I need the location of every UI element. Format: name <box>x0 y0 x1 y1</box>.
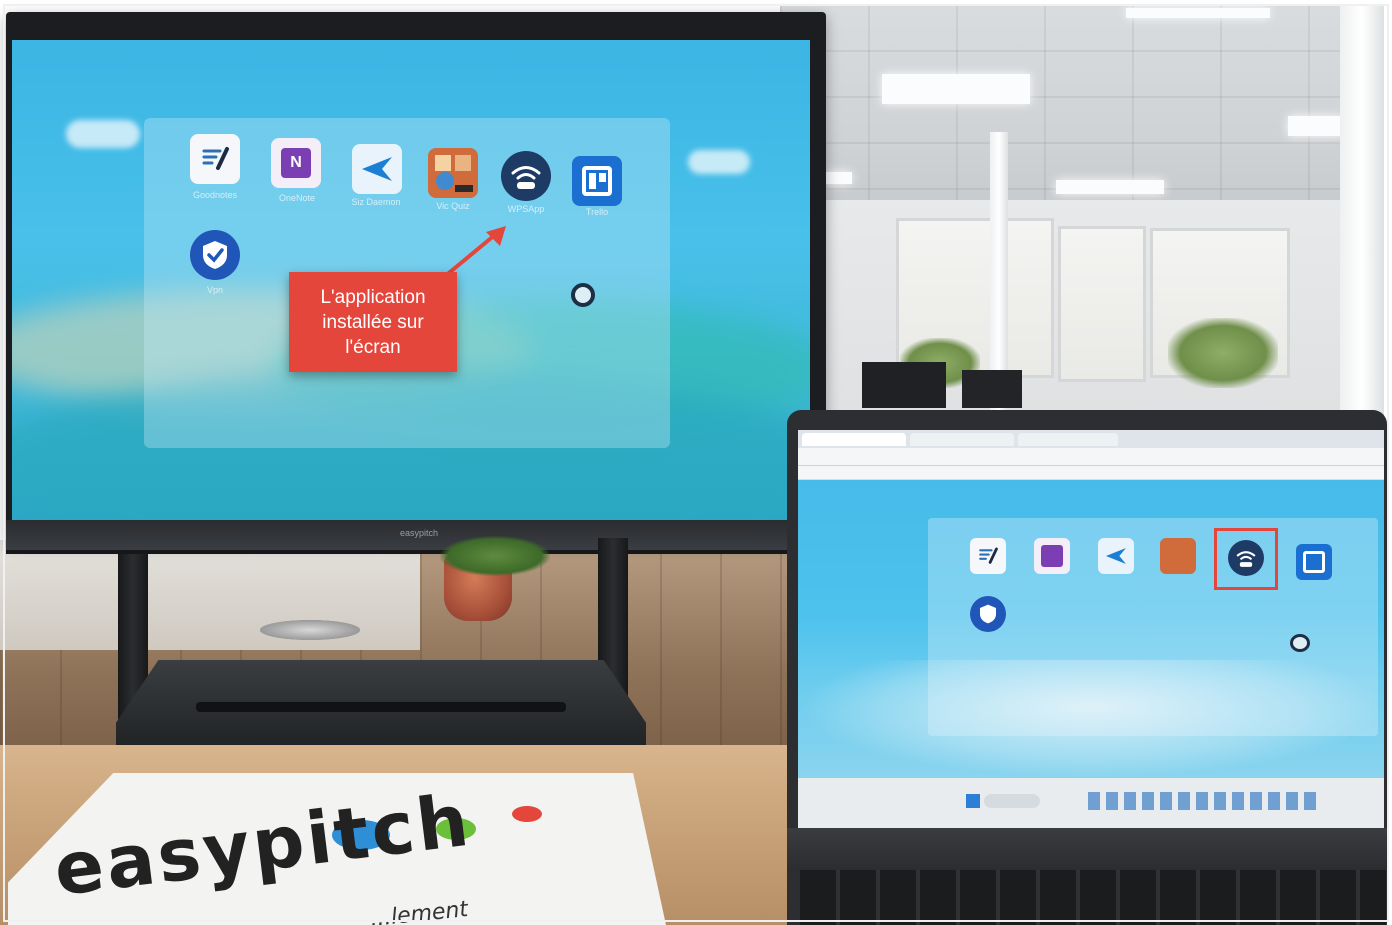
ceiling-light <box>1056 180 1164 194</box>
plant-leaves <box>440 536 550 576</box>
wallpaper-cloud <box>688 150 750 174</box>
floating-ball-icon[interactable] <box>1290 634 1310 652</box>
ceiling-light <box>1288 116 1344 136</box>
callout-line: installée sur <box>322 311 424 333</box>
office-window <box>1058 226 1146 382</box>
arrow-app-icon[interactable] <box>352 144 402 194</box>
desk-monitor <box>962 370 1022 408</box>
callout-text: L'application installée sur l'écran <box>298 285 448 360</box>
callout-line: L'application <box>320 286 426 308</box>
browser-address-bar[interactable] <box>798 448 1384 466</box>
onenote-icon[interactable]: N <box>271 138 321 188</box>
outdoor-tree <box>1168 318 1278 388</box>
taskbar-search[interactable] <box>984 794 1040 808</box>
desk-monitor <box>862 362 946 408</box>
windows-taskbar <box>798 778 1384 828</box>
goodnotes-icon[interactable] <box>970 538 1006 574</box>
callout-line: l'écran <box>345 336 401 358</box>
goodnotes-icon[interactable] <box>190 134 240 184</box>
wps-wifi-icon[interactable] <box>501 151 551 201</box>
onenote-icon[interactable] <box>1034 538 1070 574</box>
trello-icon[interactable] <box>1296 544 1332 580</box>
browser-tab[interactable] <box>1018 433 1118 446</box>
shelf-slot <box>196 702 566 712</box>
wallpaper-cloud <box>798 660 1384 778</box>
bezel-brand: easypitch <box>399 528 439 538</box>
browser-tab[interactable] <box>910 433 1014 446</box>
ceiling-light <box>1126 8 1270 18</box>
game-app-icon[interactable] <box>1160 538 1196 574</box>
ceiling-light <box>882 74 1030 104</box>
photo-scene: Goodnotes N OneNote Siz Daemon Vic Quiz … <box>0 0 1392 925</box>
brand-dot-red <box>512 806 542 822</box>
office-pillar <box>1340 6 1384 416</box>
callout-box: L'application installée sur l'écran <box>289 272 457 372</box>
browser-tab-bar <box>798 430 1384 448</box>
taskbar-apps[interactable] <box>1088 792 1318 810</box>
app-label: OneNote <box>278 193 316 203</box>
floating-ball-icon[interactable] <box>571 283 595 307</box>
arrow-app-icon[interactable] <box>1098 538 1134 574</box>
chair-base <box>260 620 360 640</box>
laptop-keyboard <box>800 870 1386 925</box>
app-label: Trello <box>585 207 609 217</box>
shield-check-icon[interactable] <box>190 230 240 280</box>
laptop-screen <box>798 430 1384 828</box>
app-label: Goodnotes <box>192 190 238 200</box>
mirrored-display <box>798 480 1384 778</box>
app-label: Vpn <box>206 285 223 295</box>
shield-check-icon[interactable] <box>970 596 1006 632</box>
ceiling-light <box>826 172 852 184</box>
browser-bookmarks-bar <box>798 466 1384 480</box>
browser-tab[interactable] <box>802 433 906 446</box>
game-app-icon[interactable] <box>428 148 478 198</box>
laptop-hinge <box>787 828 1387 872</box>
wps-highlight-box <box>1214 528 1278 590</box>
trello-icon[interactable] <box>572 156 622 206</box>
wallpaper-cloud <box>66 120 140 148</box>
start-icon[interactable] <box>966 794 980 808</box>
